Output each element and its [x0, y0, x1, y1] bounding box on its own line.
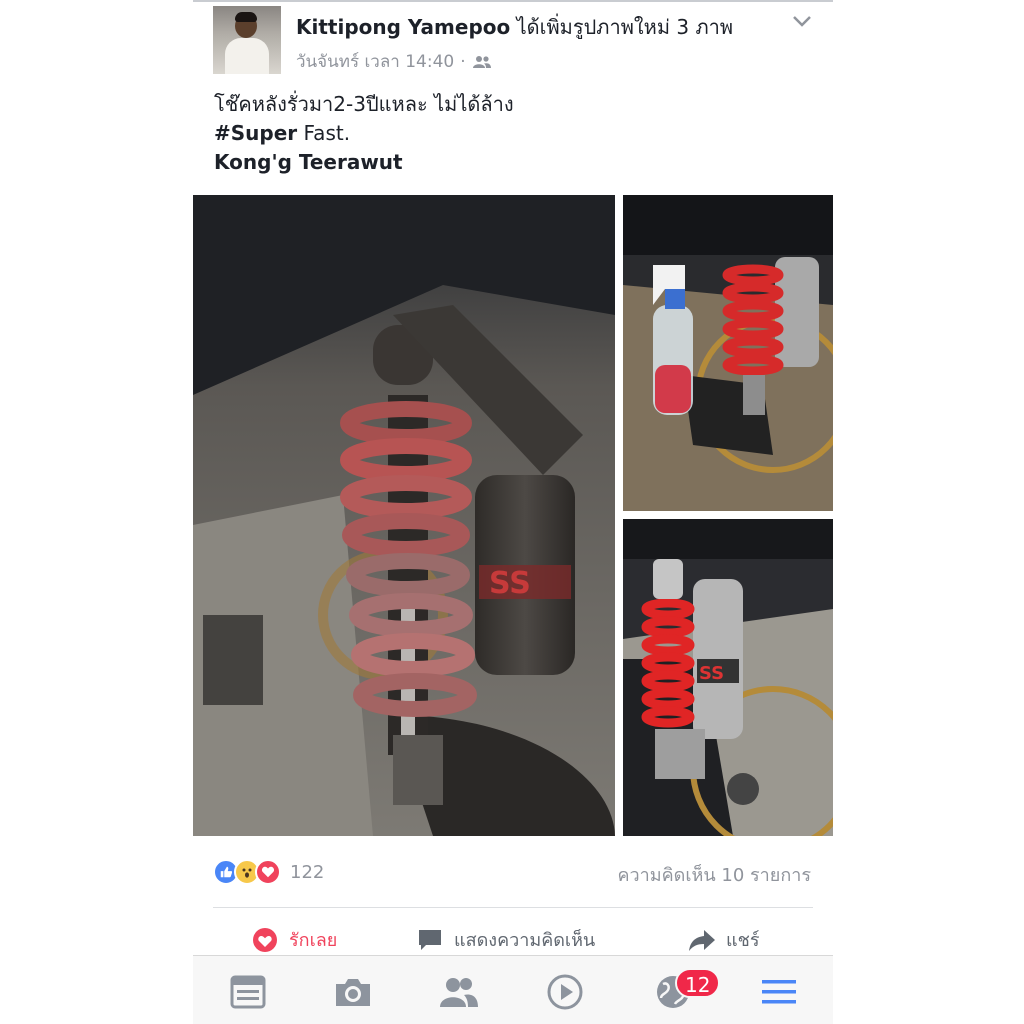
post-action-label: ได้เพิ่มรูปภาพใหม่ 3 ภาพ [516, 15, 734, 39]
love-button-label: รักเลย [289, 930, 338, 951]
comment-button[interactable]: แสดงความคิดเห็น [416, 925, 595, 954]
bottom-tab-bar: 12 [193, 955, 833, 1024]
notification-badge: 12 [675, 968, 721, 998]
post-text: โช๊คหลังรั่วมา2-3ปีแหละ ไม่ได้ล้าง #Supe… [214, 90, 514, 177]
action-divider [213, 907, 813, 908]
menu-icon[interactable] [759, 974, 799, 1010]
comment-icon [419, 929, 441, 950]
author-avatar[interactable] [213, 6, 281, 74]
reaction-count: 122 [290, 861, 325, 883]
post-text-rest: Fast. [297, 121, 351, 145]
meta-separator: · [460, 51, 466, 72]
share-button[interactable]: แชร์ [688, 925, 760, 954]
svg-text:SS: SS [489, 566, 531, 601]
author-name[interactable]: Kittipong Yamepoo [296, 15, 510, 39]
post-timestamp[interactable]: วันจันทร์ เวลา 14:40 [296, 48, 454, 75]
post-actions: รักเลย แสดงความคิดเห็น แชร์ [193, 925, 833, 957]
reaction-summary[interactable]: 122 [213, 858, 324, 886]
chevron-down-icon[interactable] [791, 13, 813, 29]
shock-absorber-photo [623, 195, 833, 511]
love-icon [255, 859, 281, 885]
share-button-label: แชร์ [726, 930, 760, 951]
shock-absorber-photo: SS [193, 195, 615, 836]
comment-button-label: แสดงความคิดเห็น [454, 930, 596, 951]
feed-post: Kittipong Yamepoo ได้เพิ่มรูปภาพใหม่ 3 ภ… [193, 0, 833, 955]
share-icon [689, 929, 715, 951]
tagged-person-link[interactable]: Kong'g Teerawut [214, 148, 514, 177]
top-divider [193, 0, 833, 2]
post-meta: วันจันทร์ เวลา 14:40 · [296, 48, 492, 75]
photo-bottom-right[interactable]: SS [623, 519, 833, 836]
love-button[interactable]: รักเลย [251, 925, 337, 954]
video-icon[interactable] [545, 974, 585, 1010]
shock-absorber-photo: SS [623, 519, 833, 836]
love-icon [253, 927, 277, 952]
post-header: Kittipong Yamepoo ได้เพิ่มรูปภาพใหม่ 3 ภ… [296, 11, 733, 43]
photo-main[interactable]: SS [193, 195, 615, 836]
svg-text:SS: SS [699, 663, 724, 684]
post-text-line-2: #Super Fast. [214, 119, 514, 148]
friends-icon[interactable] [439, 974, 479, 1010]
photo-grid: SS SS [193, 195, 833, 836]
news-feed-icon[interactable] [228, 974, 268, 1010]
post-text-line: โช๊คหลังรั่วมา2-3ปีแหละ ไม่ได้ล้าง [214, 92, 514, 116]
friends-icon [472, 55, 491, 68]
camera-icon[interactable] [333, 974, 373, 1010]
photo-top-right[interactable] [623, 195, 833, 511]
comment-count[interactable]: ความคิดเห็น 10 รายการ [617, 860, 811, 889]
hashtag-link[interactable]: #Super [214, 121, 297, 145]
